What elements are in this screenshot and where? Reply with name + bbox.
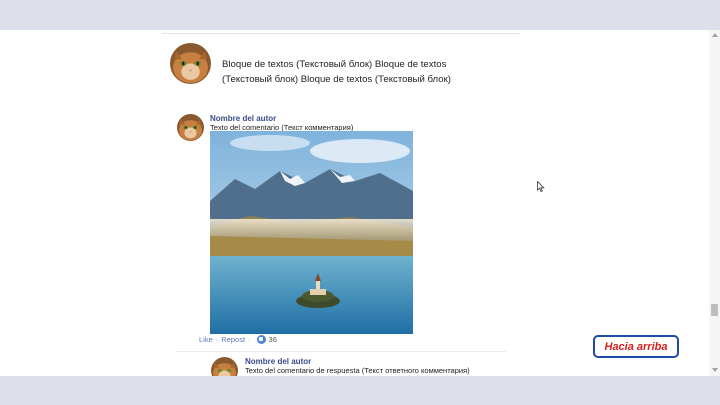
post-text-block: Bloque de textos (Текстовый блок) Bloque… [222,59,451,85]
back-to-top-button[interactable]: Hacia arriba [593,335,679,358]
actions-separator: · [215,335,219,344]
page-scrollbar[interactable] [709,30,720,376]
scroll-down-icon[interactable] [712,368,718,372]
comment-author-name[interactable]: Nombre del autor [210,114,276,123]
bottom-chrome-bar [0,376,720,405]
cat-avatar-icon [177,114,204,141]
reply-text: Texto del comentario de respuesta (Текст… [245,366,470,375]
comment-author-avatar[interactable] [177,114,204,141]
repost-link[interactable]: Repost [221,335,245,344]
post-author-avatar[interactable] [170,43,211,84]
cat-avatar-icon [170,43,211,84]
mouse-cursor-icon [537,181,545,192]
like-count: 36 [268,335,277,344]
lake-landscape-image [210,131,413,334]
scroll-up-icon[interactable] [712,33,718,37]
like-link[interactable]: Like [199,335,213,344]
top-divider [162,33,520,34]
comment-photo[interactable] [210,131,413,334]
comment-actions: Like · Repost · 36 [199,335,277,344]
reply-divider [176,351,506,352]
reply-author-name[interactable]: Nombre del autor [245,357,311,366]
like-icon[interactable] [256,335,266,344]
scrollbar-thumb[interactable] [711,304,718,316]
top-chrome-bar [0,0,720,30]
actions-separator: · [248,335,251,344]
